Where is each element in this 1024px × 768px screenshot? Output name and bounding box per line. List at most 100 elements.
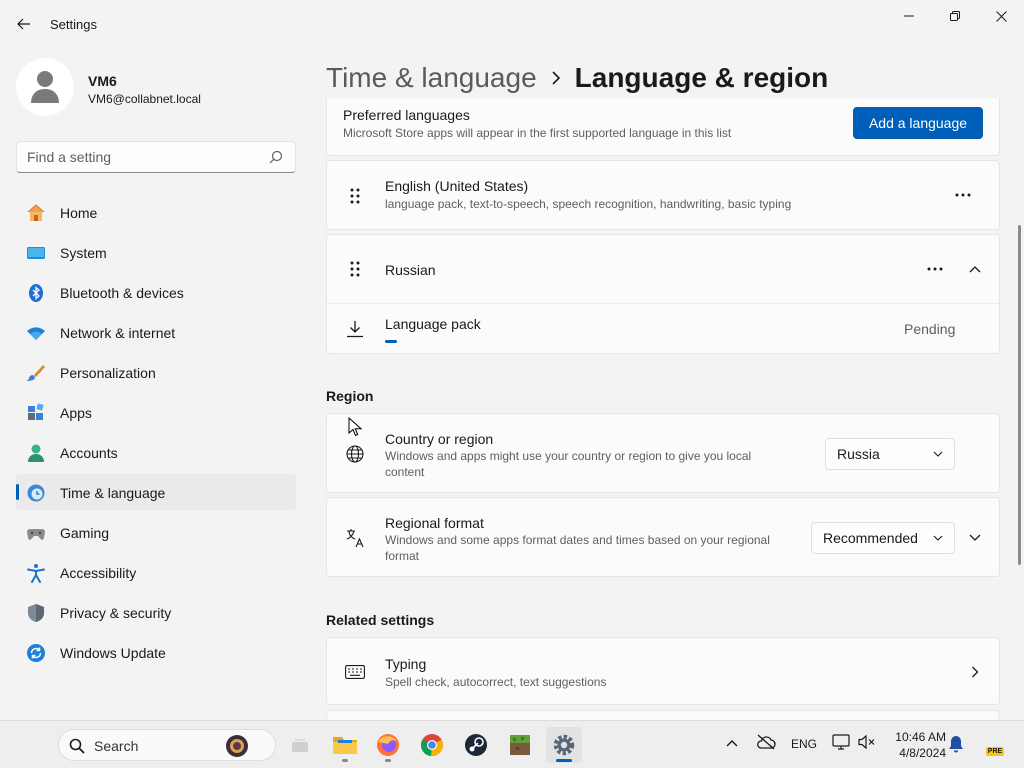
regional-format-value: Recommended <box>823 530 918 546</box>
taskbar-app-file-explorer[interactable] <box>327 727 363 763</box>
sidebar-item-system[interactable]: System <box>16 234 296 270</box>
close-button[interactable] <box>978 0 1024 32</box>
divider <box>327 303 999 304</box>
chevron-down-icon <box>969 534 981 541</box>
more-icon <box>927 267 943 271</box>
language-name: English (United States) <box>385 178 529 194</box>
search-icon <box>69 738 85 754</box>
keyboard-icon <box>345 662 365 682</box>
sidebar-item-windows-update[interactable]: Windows Update <box>16 634 296 670</box>
minimize-icon <box>904 15 914 17</box>
breadcrumb-parent[interactable]: Time & language <box>326 62 537 94</box>
firefox-icon <box>377 734 399 756</box>
user-avatar-icon <box>31 71 59 103</box>
volume-muted-icon <box>858 734 875 750</box>
country-dropdown[interactable]: Russia <box>825 438 955 470</box>
gear-icon <box>553 734 575 756</box>
sidebar-item-network[interactable]: Network & internet <box>16 314 296 350</box>
running-indicator <box>556 759 572 762</box>
typing-title: Typing <box>385 656 427 672</box>
minimize-button[interactable] <box>886 0 932 32</box>
next-card-partial <box>326 710 1000 720</box>
sidebar-item-gaming[interactable]: Gaming <box>16 514 296 550</box>
sidebar-item-privacy-security[interactable]: Privacy & security <box>16 594 296 630</box>
notifications-button[interactable] <box>948 735 964 756</box>
typing-subtitle: Spell check, autocorrect, text suggestio… <box>385 675 607 689</box>
cloud-offline-icon <box>757 734 776 750</box>
taskbar-search-label: Search <box>94 738 139 754</box>
chevron-down-icon <box>933 535 943 541</box>
network-button[interactable] <box>832 734 850 753</box>
sidebar-item-accounts[interactable]: Accounts <box>16 434 296 470</box>
search-input[interactable] <box>27 148 257 166</box>
more-options-button[interactable] <box>919 255 951 283</box>
sidebar-item-label: Network & internet <box>60 325 176 341</box>
language-pack-label: Language pack <box>385 316 481 332</box>
sidebar-item-label: Home <box>60 205 98 221</box>
user-profile[interactable]: VM6 VM6@collabnet.local <box>16 56 296 120</box>
chevron-up-icon <box>969 266 981 273</box>
regional-format-subtitle: Windows and some apps format dates and t… <box>385 533 770 563</box>
volume-button[interactable] <box>858 734 876 753</box>
country-value: Russia <box>837 446 880 462</box>
scrollbar[interactable] <box>1018 225 1021 565</box>
chevron-up-icon <box>726 740 738 747</box>
typing-card[interactable]: Typing Spell check, autocorrect, text su… <box>326 637 1000 705</box>
sidebar-item-home[interactable]: Home <box>16 194 296 230</box>
collapse-button[interactable] <box>959 255 991 283</box>
onedrive-button[interactable] <box>756 734 776 753</box>
shield-icon <box>26 603 46 623</box>
taskbar-app-firefox[interactable] <box>370 727 406 763</box>
taskbar-app-minecraft[interactable] <box>502 727 538 763</box>
find-setting-search <box>16 141 296 173</box>
regional-format-dropdown[interactable]: Recommended <box>811 522 955 554</box>
task-view-button[interactable] <box>282 727 318 763</box>
sidebar-item-apps[interactable]: Apps <box>16 394 296 430</box>
language-item-english: English (United States) language pack, t… <box>326 160 1000 230</box>
preview-badge: PRE <box>986 747 1004 756</box>
sidebar-nav: Home System Bluetooth & devices Network … <box>16 194 296 674</box>
search-icon[interactable] <box>269 150 285 166</box>
network-icon <box>832 734 850 750</box>
region-heading: Region <box>326 388 374 404</box>
back-button[interactable] <box>10 10 38 38</box>
update-icon <box>26 643 46 663</box>
expand-button[interactable] <box>959 524 991 552</box>
sidebar-item-accessibility[interactable]: Accessibility <box>16 554 296 590</box>
add-language-button[interactable]: Add a language <box>853 107 983 139</box>
language-features: language pack, text-to-speech, speech re… <box>385 197 792 211</box>
sidebar-item-bluetooth[interactable]: Bluetooth & devices <box>16 274 296 310</box>
restore-icon <box>950 11 960 21</box>
country-region-card: Country or region Windows and apps might… <box>326 413 1000 493</box>
preferred-languages-subtitle: Microsoft Store apps will appear in the … <box>343 126 732 140</box>
show-hidden-icons-button[interactable] <box>726 736 738 750</box>
apps-icon <box>26 403 46 423</box>
chrome-icon <box>420 734 444 757</box>
bell-icon <box>949 736 963 753</box>
wifi-icon <box>26 323 46 343</box>
taskbar-search[interactable]: Search <box>58 729 276 761</box>
accounts-icon <box>26 443 46 463</box>
maximize-button[interactable] <box>932 0 978 32</box>
download-icon <box>345 319 365 339</box>
sidebar-item-personalization[interactable]: Personalization <box>16 354 296 390</box>
close-icon <box>995 10 1007 22</box>
drag-handle-icon[interactable] <box>345 186 365 206</box>
country-region-title: Country or region <box>385 431 494 447</box>
input-language-indicator[interactable]: ENG <box>791 737 817 751</box>
clock[interactable]: 10:46 AM 4/8/2024 <box>884 729 946 761</box>
page-title: Language & region <box>574 62 829 93</box>
folder-icon <box>333 737 357 754</box>
taskbar-app-steam[interactable] <box>458 727 494 763</box>
gaming-icon <box>26 523 46 543</box>
minecraft-icon <box>510 735 530 755</box>
sidebar-item-time-language[interactable]: Time & language <box>16 474 296 510</box>
back-arrow-icon <box>17 18 30 30</box>
drag-handle-icon[interactable] <box>345 259 365 279</box>
clock-date: 4/8/2024 <box>899 746 946 760</box>
taskbar-app-settings[interactable] <box>546 727 582 763</box>
avatar <box>16 58 74 116</box>
taskbar-app-chrome[interactable] <box>414 727 450 763</box>
more-options-button[interactable] <box>947 181 979 209</box>
regional-format-title: Regional format <box>385 515 484 531</box>
